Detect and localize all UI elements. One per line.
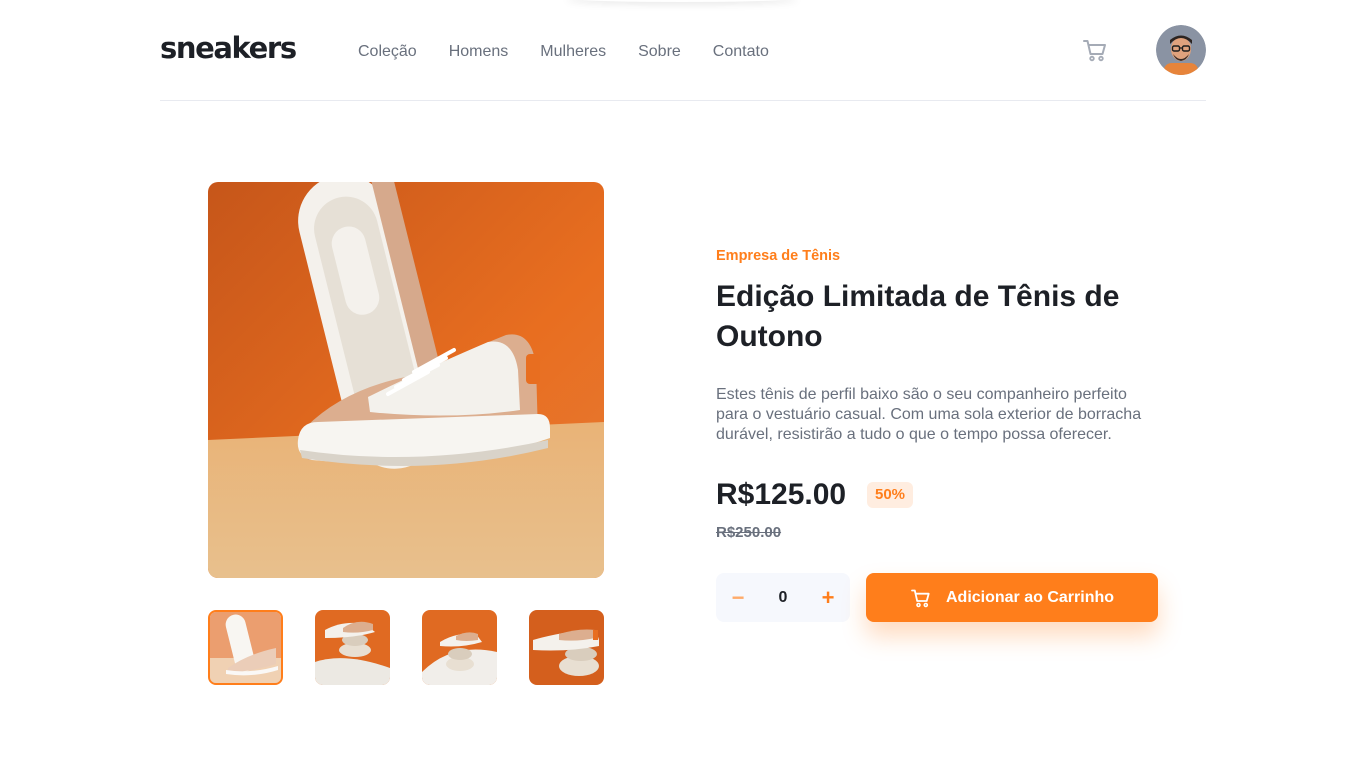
quantity-value: 0 xyxy=(778,589,788,606)
nav-item-contato[interactable]: Contato xyxy=(713,41,769,63)
nav-item-colecao[interactable]: Coleção xyxy=(358,41,417,63)
original-price: R$250.00 xyxy=(716,524,782,541)
thumbnail-4[interactable] xyxy=(529,610,604,685)
main-nav: Coleção Homens Mulheres Sobre Contato xyxy=(358,41,769,63)
add-to-cart-button[interactable]: Adicionar ao Carrinho xyxy=(866,573,1158,622)
thumbnail-1[interactable] xyxy=(208,610,283,685)
increase-quantity-button[interactable]: + xyxy=(806,573,850,622)
cart-icon[interactable] xyxy=(1081,36,1109,64)
site-header: sneakers Coleção Homens Mulheres Sobre C… xyxy=(160,0,1206,101)
discount-badge: 50% xyxy=(867,482,914,508)
current-price: R$125.00 xyxy=(716,478,847,511)
quantity-stepper: − 0 + xyxy=(716,573,850,622)
nav-item-mulheres[interactable]: Mulheres xyxy=(540,41,606,63)
decrease-quantity-button[interactable]: − xyxy=(716,573,760,622)
nav-item-homens[interactable]: Homens xyxy=(449,41,509,63)
thumbnail-2[interactable] xyxy=(315,610,390,685)
product-title: Edição Limitada de Tênis de Outono xyxy=(716,280,1120,353)
thumbnail-strip xyxy=(208,610,604,685)
logo[interactable]: sneakers xyxy=(160,30,297,66)
add-to-cart-label: Adicionar ao Carrinho xyxy=(945,588,1115,606)
cart-icon xyxy=(910,587,932,609)
avatar[interactable] xyxy=(1156,25,1206,75)
company-name: Empresa de Tênis xyxy=(716,248,841,264)
product-description: Estes tênis de perfil baixo são o seu co… xyxy=(716,386,1142,443)
thumbnail-3[interactable] xyxy=(422,610,497,685)
nav-item-sobre[interactable]: Sobre xyxy=(638,41,681,63)
product-main-image[interactable] xyxy=(208,182,604,578)
